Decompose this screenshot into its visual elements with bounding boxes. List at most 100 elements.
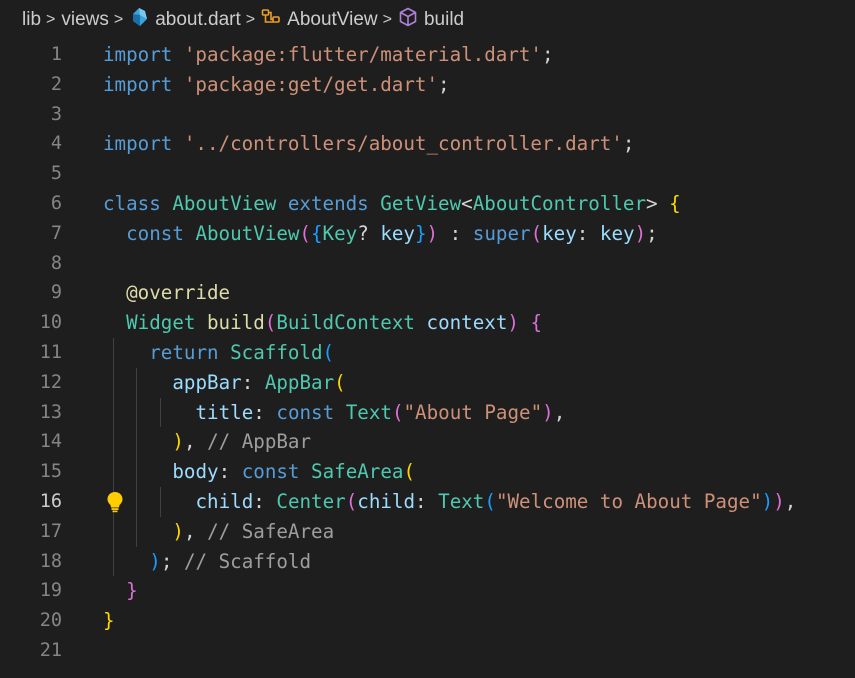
code-line[interactable]: 4 import '../controllers/about_controller…: [0, 129, 855, 159]
code-punct: [115, 579, 127, 602]
code-identifier: super: [472, 221, 531, 245]
code-punct: ,: [183, 519, 196, 543]
code-punct: ,: [784, 489, 797, 513]
code-identifier: Scaffold: [230, 340, 323, 364]
line-number: 9: [50, 282, 62, 304]
breadcrumb-item-class[interactable]: AboutView: [261, 8, 378, 32]
code-punct: [161, 192, 173, 215]
breadcrumb-item-method[interactable]: build: [398, 7, 464, 33]
code-bracket: ): [149, 549, 161, 573]
code-bracket: (: [345, 489, 358, 513]
code-line[interactable]: 13 title: const Text("About Page"),: [0, 397, 855, 428]
code-punct: [126, 550, 138, 573]
breadcrumb-item-lib[interactable]: lib: [22, 9, 41, 31]
code-identifier: SafeArea: [311, 460, 404, 484]
code-line[interactable]: 12 appBar: AppBar(: [0, 367, 855, 398]
code-punct: [115, 430, 127, 453]
code-bracket: ): [634, 221, 647, 245]
code-identifier: import: [103, 132, 173, 156]
code-string: '../controllers/about_controller.dart': [183, 132, 623, 156]
code-line[interactable]: 14 ), // AppBar: [0, 427, 855, 458]
code-punct: [196, 430, 208, 453]
code-line[interactable]: 10 Widget build(BuildContext context) {: [0, 308, 855, 338]
line-number: 18: [39, 550, 62, 572]
code-bracket: ): [761, 489, 774, 513]
code-identifier: const: [126, 221, 184, 245]
code-bracket: (: [391, 400, 404, 424]
code-punct: [172, 490, 184, 513]
code-line[interactable]: 2 import 'package:get/get.dart';: [0, 70, 855, 100]
code-punct: [138, 371, 150, 394]
code-bracket: (: [403, 460, 416, 484]
line-number: 17: [39, 520, 62, 542]
code-line[interactable]: 9 @override: [0, 278, 855, 308]
code-punct: [184, 401, 196, 424]
breadcrumb-item-views[interactable]: views: [61, 9, 109, 31]
code-line[interactable]: 16 child: Center(child: Text("Welcome to…: [0, 486, 855, 517]
code-punct: [172, 132, 184, 155]
code-punct: [149, 371, 161, 394]
code-line[interactable]: 11 return Scaffold(: [0, 337, 855, 368]
code-identifier: build: [207, 311, 265, 335]
line-number: 15: [39, 461, 62, 483]
code-punct: [115, 281, 127, 304]
code-punct: [415, 311, 427, 334]
line-number: 21: [39, 639, 62, 661]
line-number: 12: [39, 371, 62, 393]
code-punct: [115, 401, 127, 424]
code-content: import 'package:get/get.dart';: [103, 70, 450, 100]
code-content: appBar: AppBar(: [103, 368, 345, 398]
code-string: "About Page": [403, 400, 543, 424]
line-number: 10: [39, 312, 62, 334]
breadcrumb-label: about.dart: [155, 9, 241, 30]
code-line[interactable]: 1 import 'package:flutter/material.dart';: [0, 40, 855, 70]
chevron-right-icon: >: [46, 11, 56, 28]
code-identifier: AboutView: [195, 221, 300, 245]
code-punct: ;: [160, 549, 173, 573]
code-editor[interactable]: 1 import 'package:flutter/material.dart';…: [0, 40, 855, 666]
breadcrumb-label: build: [423, 9, 465, 30]
line-number: 19: [39, 580, 62, 602]
line-number: 14: [39, 431, 62, 453]
code-line[interactable]: 21: [0, 636, 855, 666]
breadcrumb-item-file[interactable]: about.dart: [129, 7, 241, 33]
code-punct: [103, 341, 115, 364]
code-line[interactable]: 19 }: [0, 576, 855, 606]
code-comment: // SafeArea: [207, 519, 335, 543]
code-punct: [138, 430, 150, 453]
code-identifier: Text: [345, 400, 392, 424]
code-line[interactable]: 17 ), // SafeArea: [0, 516, 855, 547]
code-punct: [138, 401, 150, 424]
class-symbol-icon: [261, 8, 281, 32]
code-line[interactable]: 7 const AboutView({Key? key}) : super(ke…: [0, 219, 855, 249]
code-content: ), // SafeArea: [103, 517, 334, 547]
code-punct: [103, 311, 115, 334]
code-punct: [103, 579, 115, 602]
code-punct: [149, 401, 161, 424]
code-line[interactable]: 18 ); // Scaffold: [0, 546, 855, 577]
code-line[interactable]: 3: [0, 100, 855, 130]
code-punct: [219, 341, 231, 364]
code-punct: [149, 520, 161, 543]
code-punct: [588, 222, 600, 245]
code-punct: [115, 520, 127, 543]
code-punct: [103, 430, 115, 453]
dart-file-icon: [129, 7, 149, 33]
code-bracket: {: [310, 221, 323, 245]
code-content: }: [103, 606, 115, 636]
code-punct: :: [253, 489, 265, 513]
code-line[interactable]: 5: [0, 159, 855, 189]
code-punct: [161, 490, 173, 513]
code-bracket: {: [669, 191, 681, 215]
code-line[interactable]: 6 class AboutView extends GetView<AboutCo…: [0, 189, 855, 219]
code-identifier: body: [172, 460, 219, 484]
code-punct: [126, 520, 138, 543]
code-punct: [103, 520, 115, 543]
code-punct: [161, 401, 173, 424]
code-line[interactable]: 20}: [0, 606, 855, 636]
code-bracket: }: [126, 579, 138, 603]
code-line[interactable]: 8: [0, 249, 855, 279]
code-punct: [161, 430, 173, 453]
code-line[interactable]: 15 body: const SafeArea(: [0, 457, 855, 487]
code-punct: ,: [183, 430, 196, 454]
